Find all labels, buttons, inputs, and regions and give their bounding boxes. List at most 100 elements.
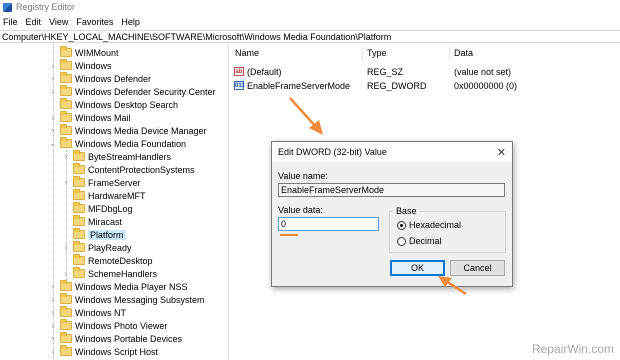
folder-icon xyxy=(60,72,72,83)
tree-pane[interactable]: WIMMount › Windows › Windows Defender › Window… xyxy=(0,44,229,360)
hexadecimal-radio[interactable]: Hexadecimal xyxy=(397,220,461,230)
folder-icon xyxy=(60,111,72,122)
tree-item-label: Windows Defender xyxy=(75,73,152,84)
tree-item-label: Windows Messaging Subsystem xyxy=(75,294,205,305)
tree-item[interactable]: › ByteStreamHandlers xyxy=(62,150,171,163)
tree-item[interactable]: Platform xyxy=(62,228,126,241)
tree-item-label: Windows Mail xyxy=(75,112,131,123)
tree-item[interactable]: › Windows Defender Security Center xyxy=(49,85,216,98)
folder-icon xyxy=(60,124,72,135)
tree-item[interactable]: › FrameServer xyxy=(62,176,141,189)
tree-item-label: Windows Media Device Manager xyxy=(75,125,207,136)
tree-item-label: RemoteDesktop xyxy=(88,255,153,266)
value-data: 0x00000000 (0) xyxy=(454,80,518,91)
folder-icon xyxy=(60,85,72,96)
folder-icon xyxy=(60,293,72,304)
tree-item[interactable]: › Windows Portable Devices xyxy=(49,332,182,345)
tree-item[interactable]: ContentProtectionSystems xyxy=(62,163,195,176)
folder-icon xyxy=(60,98,72,109)
tree-item[interactable]: WIMMount xyxy=(49,46,119,59)
edit-dword-dialog: Edit DWORD (32-bit) Value ✕ Value name: … xyxy=(271,141,513,287)
value-name: EnableFrameServerMode xyxy=(247,80,351,91)
value-name-label: Value name: xyxy=(278,171,328,181)
folder-icon xyxy=(73,215,85,226)
folder-icon xyxy=(73,254,85,265)
value-data: (value not set) xyxy=(454,66,512,77)
folder-icon xyxy=(73,176,85,187)
folder-icon xyxy=(60,59,72,70)
registry-editor-icon xyxy=(3,2,12,12)
column-header-data[interactable]: Data xyxy=(454,48,473,58)
watermark: RepairWin.com xyxy=(531,342,614,356)
value-row-default[interactable]: ab (Default) REG_SZ (value not set) xyxy=(234,65,614,78)
dword-value-icon: 011 xyxy=(234,81,245,90)
tree-item-label: Windows Desktop Search xyxy=(75,99,179,110)
tree-item[interactable]: Windows Desktop Search xyxy=(49,98,178,111)
radio-selected-icon xyxy=(397,220,406,230)
title-bar: Registry Editor xyxy=(0,0,620,14)
value-data-label: Value data: xyxy=(278,205,323,215)
close-icon[interactable]: ✕ xyxy=(497,146,506,159)
value-name-field[interactable]: EnableFrameServerMode xyxy=(278,183,505,197)
decimal-label: Decimal xyxy=(409,236,442,246)
column-divider[interactable] xyxy=(362,46,363,60)
tree-item-label: Windows xyxy=(75,60,112,71)
tree-item-label: Windows Media Player NSS xyxy=(75,281,188,292)
tree-item[interactable]: Miracast xyxy=(62,215,122,228)
menu-view[interactable]: View xyxy=(46,17,73,27)
menu-file[interactable]: File xyxy=(0,17,23,27)
tree-item[interactable]: › Windows Media Device Manager xyxy=(49,124,207,137)
tree-guide-line xyxy=(53,44,54,360)
menu-favorites[interactable]: Favorites xyxy=(73,17,118,27)
tree-item-label: Windows Media Foundation xyxy=(75,138,187,149)
tree-item-label: Miracast xyxy=(88,216,123,227)
address-bar[interactable]: Computer\HKEY_LOCAL_MACHINE\SOFTWARE\Mic… xyxy=(0,30,620,43)
tree-item[interactable]: › Windows Script Host xyxy=(49,345,158,358)
hexadecimal-label: Hexadecimal xyxy=(409,220,462,230)
tree-item[interactable]: › Windows Messaging Subsystem xyxy=(49,293,205,306)
tree-item[interactable]: › Windows Photo Viewer xyxy=(49,319,167,332)
window-title: Registry Editor xyxy=(16,2,76,12)
folder-icon xyxy=(73,202,85,213)
tree-item-label: HardwareMFT xyxy=(88,190,146,201)
column-header-type[interactable]: Type xyxy=(367,48,387,58)
value-name: (Default) xyxy=(247,66,282,77)
tree-item[interactable]: › PlayReady xyxy=(62,241,132,254)
folder-icon xyxy=(60,345,72,356)
tree-item[interactable]: › Windows NT xyxy=(49,306,126,319)
folder-icon xyxy=(60,332,72,343)
cancel-button[interactable]: Cancel xyxy=(450,260,505,276)
radio-unselected-icon xyxy=(397,236,406,246)
value-row-enableframeservermode[interactable]: 011 EnableFrameServerMode REG_DWORD 0x00… xyxy=(234,79,614,92)
folder-icon xyxy=(60,46,72,57)
menu-help[interactable]: Help xyxy=(118,17,145,27)
base-label: Base xyxy=(394,206,419,216)
tree-item[interactable]: › Windows Media Player NSS xyxy=(49,280,188,293)
tree-item[interactable]: › Windows Mail xyxy=(49,111,131,124)
tree-item[interactable]: › Windows xyxy=(49,59,112,72)
column-divider[interactable] xyxy=(449,46,450,60)
base-groupbox: Base Hexadecimal Decimal xyxy=(389,206,506,253)
folder-icon xyxy=(60,319,72,330)
folder-icon xyxy=(60,280,72,291)
tree-item-label: WIMMount xyxy=(75,47,119,58)
folder-icon xyxy=(60,306,72,317)
tree-item[interactable]: HardwareMFT xyxy=(62,189,146,202)
decimal-radio[interactable]: Decimal xyxy=(397,236,442,246)
menu-edit[interactable]: Edit xyxy=(23,17,47,27)
tree-item-label: ByteStreamHandlers xyxy=(88,151,172,162)
dialog-title: Edit DWORD (32-bit) Value xyxy=(272,142,512,162)
tree-item[interactable]: ⌄ Windows Media Foundation xyxy=(49,137,186,150)
value-data-field[interactable]: 0 xyxy=(278,217,379,231)
tree-item-label: Windows Defender Security Center xyxy=(75,86,216,97)
tree-item-label: ContentProtectionSystems xyxy=(88,164,195,175)
tree-item-label: PlayReady xyxy=(88,242,132,253)
folder-icon xyxy=(60,137,72,148)
tree-item[interactable]: MFDbgLog xyxy=(62,202,133,215)
tree-item[interactable]: RemoteDesktop xyxy=(62,254,153,267)
column-header-name[interactable]: Name xyxy=(235,48,259,58)
tree-item[interactable]: › Windows Defender xyxy=(49,72,151,85)
tree-item-label: Windows NT xyxy=(75,307,127,318)
ok-button[interactable]: OK xyxy=(390,260,445,276)
tree-item[interactable]: › SchemeHandlers xyxy=(62,267,157,280)
